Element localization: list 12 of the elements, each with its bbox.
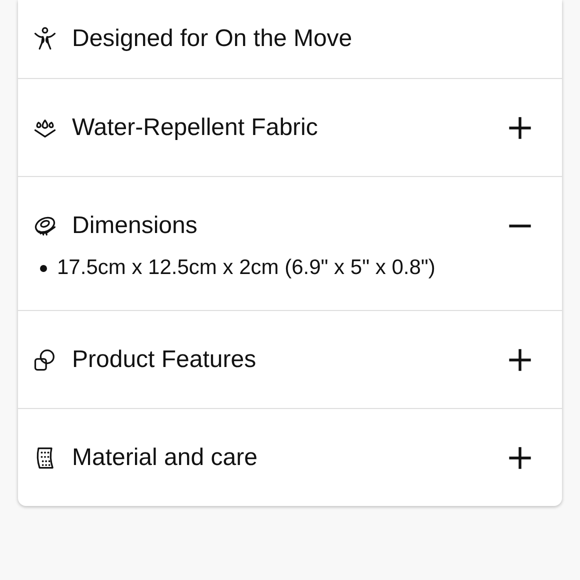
plus-icon xyxy=(508,347,532,372)
section-title: Water-Repellent Fabric xyxy=(72,114,319,142)
bullet-icon xyxy=(40,264,47,272)
plus-icon xyxy=(508,445,532,470)
person-icon xyxy=(32,26,58,52)
section-title: Designed for On the Move xyxy=(72,25,354,53)
section-title: Product Features xyxy=(72,346,258,374)
section-title: Dimensions xyxy=(72,212,198,240)
plus-icon xyxy=(508,115,532,140)
detail-text: 17.5cm x 12.5cm x 2cm (6.9" x 5" x 0.8") xyxy=(57,256,436,280)
minus-icon xyxy=(509,224,531,227)
section-title: Material and care xyxy=(72,444,258,472)
